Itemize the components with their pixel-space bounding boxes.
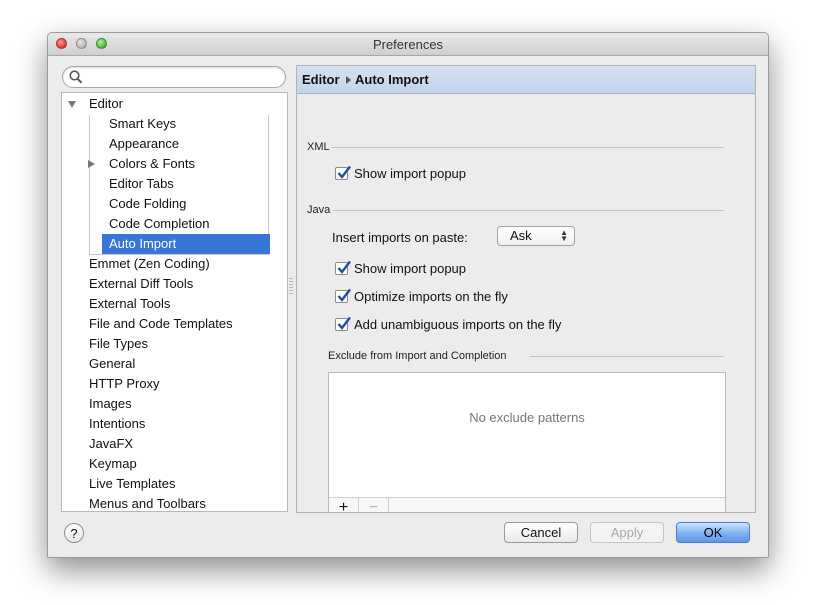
tree-item-label: File and Code Templates	[89, 316, 233, 331]
tree-item-label: General	[89, 356, 136, 371]
breadcrumb-arrow-icon	[346, 76, 351, 84]
tree-item-javafx[interactable]: JavaFX	[89, 434, 133, 454]
tree-item-file-code-templates[interactable]: File and Code Templates	[89, 314, 233, 334]
checkbox-checked-icon[interactable]	[335, 165, 351, 180]
tree-item-external-diff-tools[interactable]: External Diff Tools	[89, 274, 193, 294]
exclude-patterns-list[interactable]: No exclude patterns + −	[328, 372, 726, 512]
tree-item-smart-keys[interactable]: Smart Keys	[90, 114, 268, 134]
tree-item-label: External Tools	[89, 296, 171, 311]
tree-item-label: Emmet (Zen Coding)	[89, 256, 210, 271]
checkbox-label: Optimize imports on the fly	[354, 289, 508, 304]
tree-item-label: External Diff Tools	[89, 276, 194, 291]
tree-item-label: Editor Tabs	[109, 176, 174, 191]
tree-item-label: Images	[89, 396, 132, 411]
java-section-label: Java	[307, 204, 331, 216]
tree-item-label: Editor	[89, 96, 123, 111]
search-icon	[69, 70, 83, 84]
tree-item-label: Smart Keys	[109, 116, 177, 131]
checkbox-checked-icon[interactable]	[335, 316, 351, 331]
ok-button[interactable]: OK	[676, 522, 750, 543]
settings-search[interactable]	[62, 66, 286, 88]
tree-item-external-tools[interactable]: External Tools	[89, 294, 170, 314]
tree-item-label: HTTP Proxy	[89, 376, 160, 391]
tree-item-intentions[interactable]: Intentions	[89, 414, 145, 434]
java-divider	[333, 210, 724, 211]
tree-item-colors-fonts[interactable]: Colors & Fonts	[88, 154, 268, 174]
tree-item-keymap[interactable]: Keymap	[89, 454, 137, 474]
checkbox-checked-icon[interactable]	[335, 288, 351, 303]
checkbox-label: Add unambiguous imports on the fly	[354, 317, 562, 332]
tree-item-editor[interactable]: Editor	[68, 94, 268, 114]
tree-item-label: JavaFX	[89, 436, 134, 451]
checkbox-label: Show import popup	[354, 261, 467, 276]
tree-item-label: Code Completion	[109, 216, 210, 231]
collapsed-arrow-icon[interactable]	[88, 160, 95, 168]
select-value: Ask	[510, 228, 532, 243]
settings-panel: Editor Auto Import XML Show import popup…	[296, 65, 756, 513]
exclude-toolbar: + −	[329, 497, 725, 512]
title-bar[interactable]: Preferences	[48, 33, 768, 56]
tree-item-label: Intentions	[89, 416, 146, 431]
window-title: Preferences	[372, 37, 444, 52]
tree-item-appearance[interactable]: Appearance	[90, 134, 268, 154]
tree-item-auto-import[interactable]: Auto Import	[102, 234, 270, 254]
tree-item-label: Appearance	[109, 136, 180, 151]
empty-list-message: No exclude patterns	[469, 410, 585, 425]
tree-item-code-folding[interactable]: Code Folding	[90, 194, 268, 214]
tree-item-emmet[interactable]: Emmet (Zen Coding)	[89, 254, 210, 274]
remove-pattern-button[interactable]: −	[359, 498, 389, 512]
splitter-handle[interactable]	[289, 278, 293, 294]
insert-imports-label: Insert imports on paste:	[332, 230, 468, 245]
exclude-section-label: Exclude from Import and Completion	[328, 350, 507, 362]
help-button[interactable]: ?	[64, 523, 84, 543]
tree-item-label: File Types	[89, 336, 149, 351]
tree-item-live-templates[interactable]: Live Templates	[89, 474, 175, 494]
tree-item-label: Live Templates	[89, 476, 176, 491]
add-pattern-button[interactable]: +	[329, 498, 359, 512]
breadcrumb: Editor Auto Import	[297, 66, 755, 94]
insert-imports-select[interactable]: Ask ▲ ▼	[497, 226, 575, 246]
tree-item-images[interactable]: Images	[89, 394, 132, 414]
xml-section-label: XML	[307, 141, 330, 153]
tree-item-code-completion[interactable]: Code Completion	[90, 214, 268, 234]
cancel-button[interactable]: Cancel	[504, 522, 578, 543]
tree-item-editor-tabs[interactable]: Editor Tabs	[90, 174, 268, 194]
select-arrows-icon: ▲ ▼	[560, 228, 568, 243]
breadcrumb-editor[interactable]: Editor	[302, 66, 340, 93]
expand-arrow-icon[interactable]	[68, 101, 76, 108]
exclude-divider	[530, 356, 724, 357]
xml-divider	[331, 147, 724, 148]
tree-item-general[interactable]: General	[89, 354, 135, 374]
checkbox-label: Show import popup	[354, 166, 467, 181]
tree-item-label: Auto Import	[109, 236, 177, 251]
tree-item-menus-toolbars[interactable]: Menus and Toolbars	[89, 494, 206, 511]
apply-button[interactable]: Apply	[590, 522, 664, 543]
tree-item-label: Keymap	[89, 456, 137, 471]
search-input[interactable]	[87, 68, 281, 86]
tree-item-label: Menus and Toolbars	[89, 496, 206, 511]
preferences-window: Preferences Editor Smart Keys Appearance…	[47, 32, 769, 558]
checkbox-checked-icon[interactable]	[335, 260, 351, 275]
tree-item-file-types[interactable]: File Types	[89, 334, 148, 354]
tree-item-http-proxy[interactable]: HTTP Proxy	[89, 374, 160, 394]
settings-tree: Editor Smart Keys Appearance Colors & Fo…	[61, 92, 288, 512]
tree-item-label: Code Folding	[109, 196, 187, 211]
tree-item-label: Colors & Fonts	[109, 156, 195, 171]
breadcrumb-auto-import: Auto Import	[355, 72, 429, 87]
